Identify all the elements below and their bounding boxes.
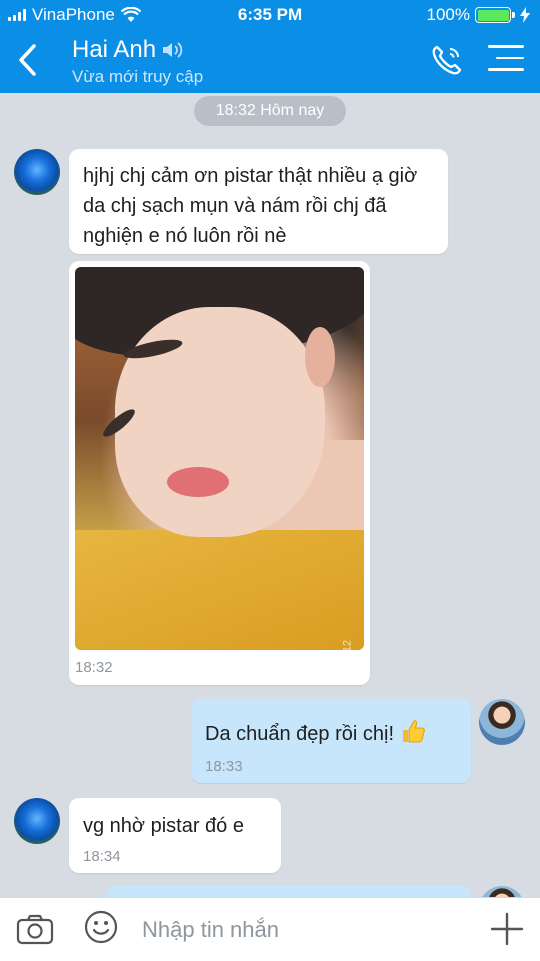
- chat-header: VinaPhone 6:35 PM 100% Hai Anh Vừa mới t…: [0, 0, 540, 93]
- camera-icon[interactable]: [16, 913, 54, 945]
- message-time: 18:34: [83, 848, 121, 865]
- phone-icon[interactable]: [430, 43, 464, 77]
- message-text-row: Da chuẩn đẹp rồi chị!: [205, 718, 426, 749]
- contact-name-row[interactable]: Hai Anh: [72, 36, 184, 64]
- photo-message[interactable]: B612 18:32: [69, 261, 370, 685]
- shared-photo[interactable]: B612: [75, 267, 364, 650]
- compose-bar: Nhập tin nhắn: [0, 897, 540, 961]
- thumbs-up-icon: [402, 720, 425, 743]
- status-bar: VinaPhone 6:35 PM 100%: [0, 0, 540, 30]
- my-avatar[interactable]: [479, 699, 525, 745]
- message-text: hjhj chj cảm ơn pistar thật nhiều ạ giờ …: [83, 165, 418, 247]
- speaker-icon: [163, 42, 183, 58]
- smiley-icon[interactable]: [84, 910, 118, 944]
- message-text: vg nhờ pistar đó e: [83, 815, 244, 837]
- battery-percent: 100%: [426, 5, 470, 24]
- plus-icon[interactable]: [490, 912, 524, 946]
- message-input[interactable]: Nhập tin nhắn: [142, 917, 279, 943]
- contact-avatar[interactable]: [14, 798, 60, 844]
- charging-icon: [520, 7, 530, 23]
- message-time: 18:33: [205, 758, 243, 775]
- chevron-left-icon[interactable]: [14, 42, 44, 78]
- menu-icon[interactable]: [488, 45, 524, 75]
- message-text: Da chuẩn đẹp rồi chị!: [205, 723, 395, 745]
- message-time: 18:32: [75, 659, 113, 676]
- message-bubble-contact[interactable]: vg nhờ pistar đó e 18:34: [69, 798, 281, 873]
- last-seen-status: Vừa mới truy cập: [72, 67, 204, 86]
- contact-avatar[interactable]: [14, 149, 60, 195]
- message-bubble-mine[interactable]: Da chuẩn đẹp rồi chị! 18:33: [191, 699, 471, 783]
- battery-info: 100%: [427, 5, 530, 25]
- battery-icon: [475, 7, 515, 23]
- contact-name: Hai Anh: [72, 36, 157, 63]
- message-bubble-contact[interactable]: hjhj chj cảm ơn pistar thật nhiều ạ giờ …: [69, 149, 448, 254]
- photo-watermark: B612: [342, 640, 354, 650]
- date-divider: 18:32 Hôm nay: [194, 96, 346, 126]
